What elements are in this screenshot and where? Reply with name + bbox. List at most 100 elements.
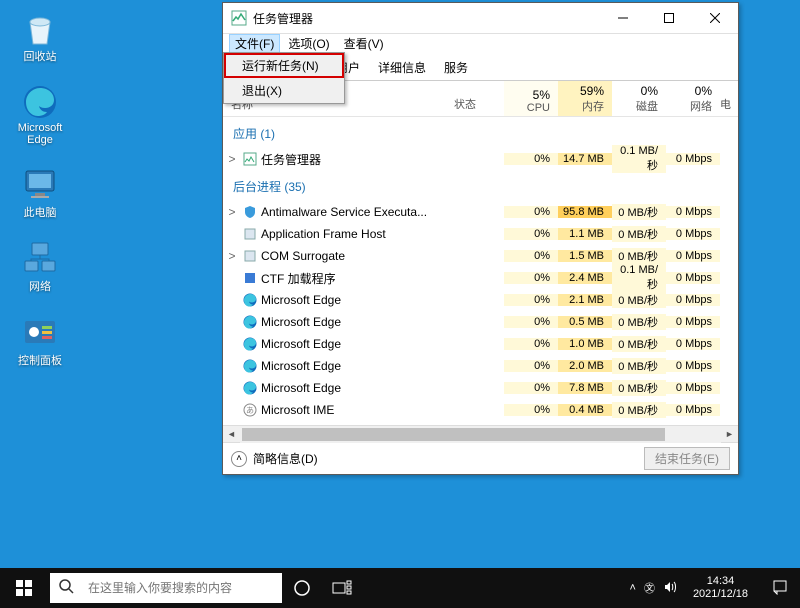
- column-cpu[interactable]: 5%CPU: [504, 81, 558, 116]
- expand-toggle[interactable]: >: [223, 205, 241, 219]
- cell-disk: 0 MB/秒: [612, 292, 666, 308]
- table-row[interactable]: > Antimalware Service Executa...0%95.8 MB…: [223, 201, 738, 223]
- cell-memory: 0.5 MB: [558, 316, 612, 328]
- cell-memory: 2.0 MB: [558, 360, 612, 372]
- column-disk[interactable]: 0%磁盘: [612, 81, 666, 116]
- process-icon: [241, 380, 259, 396]
- cell-cpu: 0%: [504, 153, 558, 165]
- task-view-button[interactable]: [322, 568, 362, 608]
- desktop-icon-label: 网络: [29, 278, 51, 294]
- desktop-icon-edge[interactable]: Microsoft Edge: [10, 82, 70, 146]
- cell-cpu: 0%: [504, 338, 558, 350]
- cortana-button[interactable]: [282, 568, 322, 608]
- cell-memory: 1.0 MB: [558, 338, 612, 350]
- tab-services[interactable]: 服务: [435, 54, 477, 81]
- cell-memory: 0.4 MB: [558, 404, 612, 416]
- process-name: Application Frame Host: [259, 227, 504, 241]
- group-apps: 应用 (1): [223, 117, 738, 148]
- column-status[interactable]: 状态: [454, 81, 504, 116]
- tray-ime-icon[interactable]: ㉆: [644, 580, 655, 596]
- cell-network: 0 Mbps: [666, 250, 720, 262]
- cell-network: 0 Mbps: [666, 206, 720, 218]
- fewer-details-toggle[interactable]: ˄: [231, 451, 247, 467]
- process-icon: [241, 358, 259, 374]
- table-row[interactable]: あMicrosoft IME0%0.4 MB0 MB/秒0 Mbps: [223, 399, 738, 421]
- column-power[interactable]: 电: [720, 81, 738, 116]
- desktop-icon-network[interactable]: 网络: [10, 238, 70, 294]
- cell-disk: 0 MB/秒: [612, 204, 666, 220]
- table-row[interactable]: Microsoft Edge0%2.0 MB0 MB/秒0 Mbps: [223, 355, 738, 377]
- horizontal-scrollbar[interactable]: ◄ ►: [223, 425, 738, 442]
- process-name: 任务管理器: [259, 151, 504, 168]
- process-list: 应用 (1) >任务管理器0%14.7 MB0.1 MB/秒0 Mbps 后台进…: [223, 117, 738, 425]
- cell-memory: 1.5 MB: [558, 250, 612, 262]
- process-name: Antimalware Service Executa...: [259, 205, 504, 219]
- table-row[interactable]: Microsoft Edge0%7.8 MB0 MB/秒0 Mbps: [223, 377, 738, 399]
- process-icon: [241, 248, 259, 264]
- cell-network: 0 Mbps: [666, 228, 720, 240]
- cell-disk: 0.1 MB/秒: [612, 145, 666, 173]
- table-row[interactable]: Microsoft Edge0%2.1 MB0 MB/秒0 Mbps: [223, 289, 738, 311]
- column-network[interactable]: 0%网络: [666, 81, 720, 116]
- cell-memory: 7.8 MB: [558, 382, 612, 394]
- scroll-thumb[interactable]: [242, 428, 665, 441]
- file-menu-dropdown: 运行新任务(N) 退出(X): [223, 52, 345, 104]
- menu-options[interactable]: 选项(O): [282, 34, 335, 53]
- desktop-icon-label: 此电脑: [24, 204, 57, 220]
- start-button[interactable]: [0, 568, 48, 608]
- menu-item-run-new-task[interactable]: 运行新任务(N): [224, 53, 344, 78]
- menu-file[interactable]: 文件(F): [229, 34, 280, 53]
- expand-toggle[interactable]: >: [223, 249, 241, 263]
- taskbar-search[interactable]: [50, 573, 282, 603]
- process-icon: [241, 336, 259, 352]
- cell-cpu: 0%: [504, 360, 558, 372]
- desktop-icon-this-pc[interactable]: 此电脑: [10, 164, 70, 220]
- cell-network: 0 Mbps: [666, 404, 720, 416]
- tray-volume-icon[interactable]: [663, 580, 677, 597]
- table-row[interactable]: Application Frame Host0%1.1 MB0 MB/秒0 Mb…: [223, 223, 738, 245]
- cell-cpu: 0%: [504, 228, 558, 240]
- titlebar[interactable]: 任务管理器: [223, 3, 738, 33]
- process-icon: [241, 226, 259, 242]
- expand-toggle[interactable]: >: [223, 152, 241, 166]
- desktop-icon-recycle-bin[interactable]: 回收站: [10, 8, 70, 64]
- menu-item-exit[interactable]: 退出(X): [224, 78, 344, 103]
- cell-memory: 95.8 MB: [558, 206, 612, 218]
- search-input[interactable]: [82, 581, 282, 595]
- fewer-details-label[interactable]: 简略信息(D): [253, 450, 318, 467]
- cell-disk: 0.1 MB/秒: [612, 264, 666, 292]
- desktop-icon-label: Microsoft Edge: [10, 122, 70, 146]
- table-row[interactable]: Microsoft Edge0%0.5 MB0 MB/秒0 Mbps: [223, 311, 738, 333]
- cell-memory: 2.4 MB: [558, 272, 612, 284]
- scroll-left-button[interactable]: ◄: [223, 426, 240, 443]
- cell-network: 0 Mbps: [666, 153, 720, 165]
- process-name: Microsoft Edge: [259, 293, 504, 307]
- process-name: COM Surrogate: [259, 249, 504, 263]
- table-row[interactable]: Microsoft Edge0%1.0 MB0 MB/秒0 Mbps: [223, 333, 738, 355]
- cell-network: 0 Mbps: [666, 294, 720, 306]
- table-row[interactable]: CTF 加载程序0%2.4 MB0.1 MB/秒0 Mbps: [223, 267, 738, 289]
- svg-text:あ: あ: [246, 406, 254, 415]
- tab-details[interactable]: 详细信息: [369, 54, 435, 81]
- menubar: 文件(F) 选项(O) 查看(V): [223, 33, 738, 53]
- notifications-button[interactable]: [764, 579, 796, 598]
- scroll-track[interactable]: [240, 426, 721, 443]
- menu-view[interactable]: 查看(V): [338, 34, 390, 53]
- minimize-button[interactable]: [600, 3, 646, 33]
- table-row[interactable]: >任务管理器0%14.7 MB0.1 MB/秒0 Mbps: [223, 148, 738, 170]
- cell-cpu: 0%: [504, 382, 558, 394]
- maximize-button[interactable]: [646, 3, 692, 33]
- cell-cpu: 0%: [504, 294, 558, 306]
- end-task-button[interactable]: 结束任务(E): [644, 447, 730, 470]
- scroll-right-button[interactable]: ►: [721, 426, 738, 443]
- desktop-icon-grid: 回收站 Microsoft Edge 此电脑 网络 控制面板: [10, 8, 70, 368]
- column-memory[interactable]: 59%内存: [558, 81, 612, 116]
- cell-cpu: 0%: [504, 206, 558, 218]
- cell-cpu: 0%: [504, 250, 558, 262]
- taskbar-clock[interactable]: 14:34 2021/12/18: [685, 575, 756, 600]
- recycle-bin-icon: [20, 8, 60, 48]
- process-icon: [241, 270, 259, 286]
- tray-chevron-icon[interactable]: ˄: [630, 582, 636, 594]
- close-button[interactable]: [692, 3, 738, 33]
- desktop-icon-control-panel[interactable]: 控制面板: [10, 312, 70, 368]
